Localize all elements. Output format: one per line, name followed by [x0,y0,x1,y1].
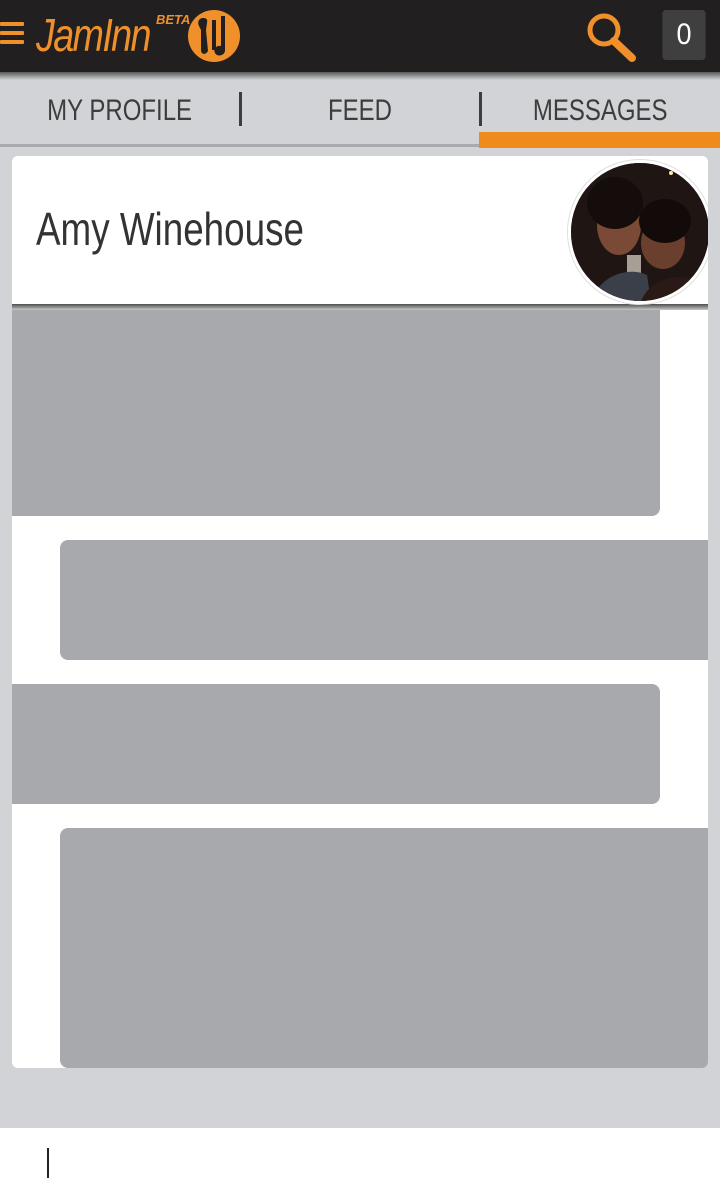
message-bubble-outgoing[interactable] [60,540,708,660]
contact-name: Amy Winehouse [36,203,304,255]
tab-feed[interactable]: FEED [240,80,480,142]
message-bubble-incoming[interactable] [12,684,660,804]
text-cursor [47,1148,49,1178]
conversation-card: Amy Winehouse [12,156,708,1068]
search-icon[interactable] [584,10,640,64]
header-shadow [0,72,720,80]
app-header: JamInn BETA 0 [0,0,720,72]
message-bubble-outgoing[interactable] [60,828,708,1068]
tab-label: FEED [327,94,392,127]
message-bubble-incoming[interactable] [12,310,660,516]
tab-label: MY PROFILE [47,94,193,127]
notification-count-badge[interactable]: 0 [662,10,706,60]
tab-bar: MY PROFILE FEED MESSAGES [0,80,720,148]
tab-my-profile[interactable]: MY PROFILE [0,80,240,142]
tab-label: MESSAGES [532,94,668,127]
active-tab-indicator [479,132,720,148]
contact-avatar[interactable] [568,160,708,304]
beta-badge: BETA [156,12,191,27]
avatar-photo [571,163,708,301]
app-logo-text: JamInn [36,9,152,61]
guitar-logo-icon [188,10,240,62]
menu-icon[interactable] [0,22,24,48]
message-compose-input[interactable] [0,1128,720,1200]
